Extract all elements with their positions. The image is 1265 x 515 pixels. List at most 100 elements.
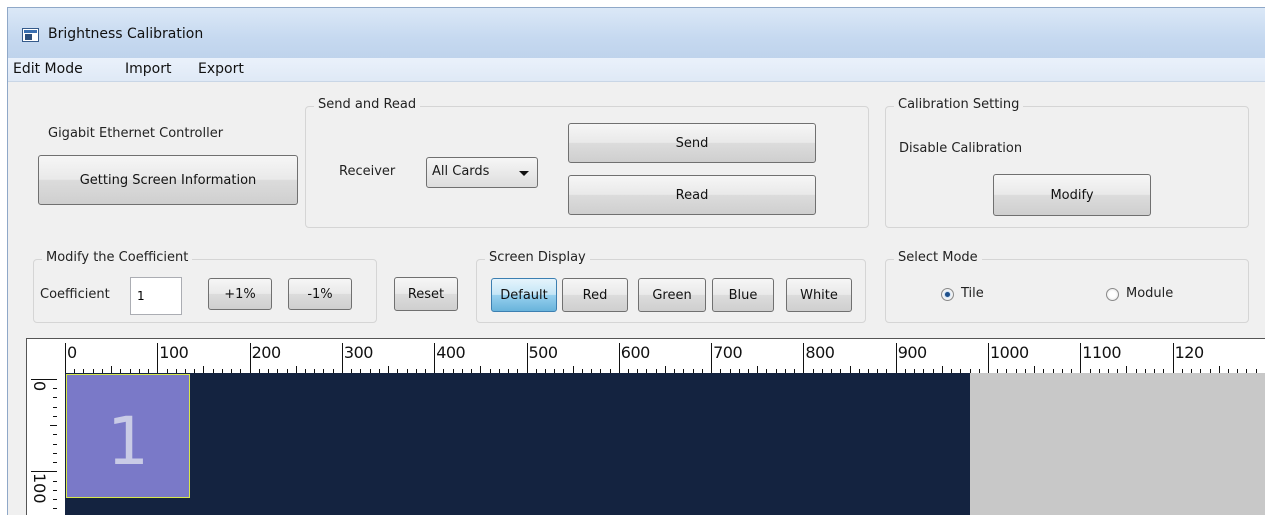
- display-blue-button[interactable]: Blue: [712, 278, 774, 312]
- screen-region[interactable]: [65, 373, 970, 515]
- send-button[interactable]: Send: [568, 123, 816, 163]
- tile-radio[interactable]: [941, 288, 954, 301]
- send-read-title: Send and Read: [314, 97, 421, 112]
- ruler-major-tick: [526, 343, 528, 373]
- ruler-minor-tick: [50, 425, 57, 427]
- ruler-major-tick: [65, 343, 66, 373]
- ruler-major-tick: [1172, 343, 1174, 373]
- ruler-label: 1100: [1082, 343, 1122, 362]
- app-icon: [22, 28, 39, 42]
- ruler-label: 200: [251, 343, 282, 362]
- ruler-minor-tick: [295, 366, 297, 373]
- ruler-minor-tick: [53, 406, 57, 408]
- ruler-label: 400: [436, 343, 466, 362]
- ruler-label: 700: [713, 343, 743, 362]
- ruler-major-tick: [157, 343, 159, 373]
- calibration-setting-title: Calibration Setting: [894, 97, 1024, 112]
- title-bar: Brightness Calibration: [8, 8, 1265, 58]
- read-button[interactable]: Read: [568, 175, 816, 215]
- ruler-minor-tick: [53, 415, 57, 417]
- coefficient-title: Modify the Coefficient: [42, 250, 193, 265]
- ruler-major-tick: [803, 343, 805, 373]
- ruler-minor-tick: [53, 508, 57, 510]
- ruler-minor-tick: [53, 388, 57, 390]
- display-green-button[interactable]: Green: [638, 278, 706, 312]
- ruler-minor-tick: [53, 498, 57, 500]
- calibration-setting-group: Calibration Setting Disable Calibration …: [885, 97, 1249, 228]
- ruler-label: 600: [620, 343, 651, 362]
- ruler-major-tick: [988, 343, 989, 373]
- ruler-minor-tick: [53, 443, 57, 445]
- ruler-major-tick: [31, 379, 57, 380]
- module-radio[interactable]: [1106, 288, 1119, 301]
- ruler-minor-tick: [480, 366, 482, 373]
- coefficient-input[interactable]: [131, 278, 181, 314]
- receiver-dropdown[interactable]: All Cards: [426, 157, 538, 188]
- display-red-button[interactable]: Red: [562, 278, 628, 312]
- ruler-minor-tick: [572, 366, 574, 373]
- module-radio-label[interactable]: Module: [1126, 286, 1173, 301]
- decrease-1pct-button[interactable]: -1%: [288, 278, 352, 310]
- get-screen-info-button[interactable]: Getting Screen Information: [38, 155, 298, 205]
- ruler-minor-tick: [388, 366, 390, 373]
- menu-import[interactable]: Import: [125, 61, 171, 77]
- ruler-minor-tick: [941, 366, 943, 373]
- ruler-major-tick: [341, 343, 343, 373]
- tile-radio-label[interactable]: Tile: [961, 286, 984, 301]
- modify-calibration-button[interactable]: Modify: [993, 174, 1151, 216]
- horizontal-ruler: 0 100 200 300 400 500 600 700 800 900 1000 1100 120: [35, 339, 1265, 373]
- menu-edit-mode[interactable]: Edit Mode: [13, 61, 83, 77]
- ruler-label: 100: [159, 343, 189, 362]
- ruler-label: 300: [343, 343, 374, 362]
- menu-bar: Edit Mode Import Export: [8, 58, 1265, 82]
- receiver-value: All Cards: [432, 164, 490, 179]
- ruler-label: 900: [897, 343, 928, 362]
- ruler-minor-tick: [1034, 366, 1036, 373]
- ruler-minor-tick: [53, 489, 57, 491]
- ruler-minor-tick: [53, 452, 57, 454]
- window-title: Brightness Calibration: [48, 26, 204, 42]
- ruler-minor-tick: [111, 366, 113, 373]
- receiver-tile[interactable]: 1: [66, 374, 190, 498]
- ruler-label: 500: [528, 343, 559, 362]
- ruler-minor-tick: [1126, 366, 1128, 373]
- ruler-label: 120: [1174, 343, 1205, 362]
- ruler-minor-tick: [53, 480, 57, 482]
- ruler-label: 0: [30, 381, 49, 392]
- coefficient-field[interactable]: [130, 277, 182, 315]
- screen-display-group: Screen Display Default Red Green Blue Wh…: [476, 250, 866, 323]
- increase-1pct-button[interactable]: +1%: [208, 278, 272, 310]
- select-mode-title: Select Mode: [894, 250, 982, 265]
- ruler-major-tick: [1080, 343, 1082, 373]
- ruler-minor-tick: [664, 366, 666, 373]
- ruler-minor-tick: [53, 434, 57, 436]
- ruler-label: 800: [805, 343, 835, 362]
- ruler-label: 100: [30, 473, 49, 504]
- select-mode-group: Select Mode Tile Module: [885, 250, 1249, 323]
- calibration-status: Disable Calibration: [899, 141, 1023, 156]
- ruler-major-tick: [434, 343, 436, 373]
- ruler-minor-tick: [203, 366, 205, 373]
- coefficient-group: Modify the Coefficient Coefficient +1% -…: [33, 250, 377, 323]
- ruler-label: 0: [67, 343, 77, 362]
- ruler-major-tick: [895, 343, 897, 373]
- display-default-button[interactable]: Default: [491, 278, 557, 312]
- ruler-minor-tick: [849, 366, 851, 373]
- vertical-ruler: 0 100: [27, 373, 57, 515]
- controller-label: Gigabit Ethernet Controller: [48, 126, 224, 141]
- chevron-down-icon: [519, 171, 529, 176]
- unused-area: [970, 373, 1265, 515]
- menu-export[interactable]: Export: [198, 61, 244, 77]
- ruler-major-tick: [249, 343, 251, 373]
- screen-layout-canvas[interactable]: 0 100 200 300 400 500 600 700 800 900 1000 1100 120 …: [26, 338, 1265, 515]
- ruler-minor-tick: [757, 366, 759, 373]
- send-read-group: Send and Read Receiver All Cards Send Re…: [305, 97, 869, 228]
- receiver-label: Receiver: [339, 164, 396, 179]
- ruler-minor-tick: [53, 462, 57, 464]
- ruler-major-tick: [711, 343, 713, 373]
- reset-button[interactable]: Reset: [394, 277, 458, 311]
- display-white-button[interactable]: White: [786, 278, 852, 312]
- coefficient-label: Coefficient: [40, 287, 110, 302]
- ruler-minor-tick: [53, 397, 57, 399]
- ruler-label: 1000: [990, 343, 1029, 362]
